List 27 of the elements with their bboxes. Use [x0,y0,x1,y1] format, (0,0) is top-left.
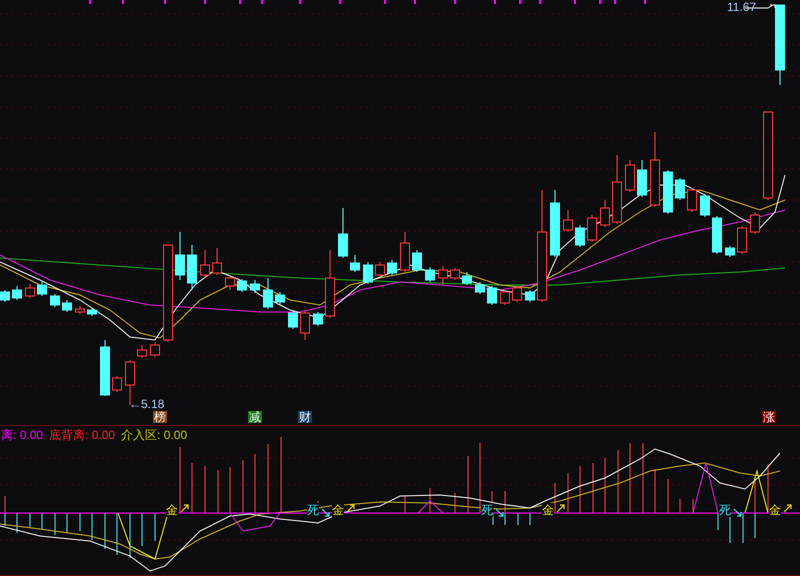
golden-cross-marker: 金 [166,503,178,517]
indicator-reading: 介入区: 0.00 [121,428,188,442]
indicator-reading: 底背离: 0.00 [49,428,116,442]
low-price-label: ←5.18 [129,398,164,410]
death-cross-marker: 死 [719,503,731,517]
up-arrow-icon [783,504,792,513]
indicator-reading: 离: 0.00 [1,428,44,442]
high-price-label: 11.67 [727,1,756,13]
up-arrow-icon [556,504,565,513]
golden-cross-marker: 金 [332,503,344,517]
death-cross-marker: 死 [481,503,493,517]
event-tag: 减 [248,411,262,423]
golden-cross-marker: 金 [769,503,781,517]
down-arrow-icon [495,508,504,517]
up-arrow-icon [346,504,355,513]
event-tag: 榜 [153,411,167,423]
zigzag-line [744,469,768,514]
zigzag-line [692,462,718,514]
down-arrow-icon [321,508,330,517]
golden-cross-marker: 金 [542,503,554,517]
death-cross-marker: 死 [307,503,319,517]
event-tag: 财 [298,411,312,423]
down-arrow-icon [733,508,742,517]
event-tag: 涨 [762,411,776,423]
up-arrow-icon [180,504,189,513]
zigzag-line [230,512,280,532]
zigzag-line [418,500,444,514]
